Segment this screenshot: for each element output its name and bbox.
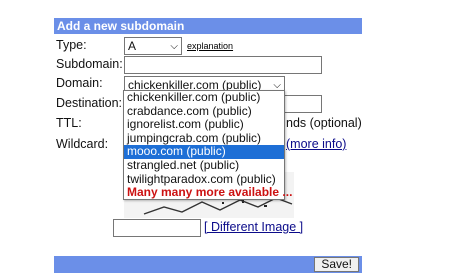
destination-label: Destination: <box>56 96 123 110</box>
type-value: A <box>128 39 137 53</box>
more-info-link[interactable]: (more info) <box>286 137 346 151</box>
type-label: Type: <box>56 38 87 52</box>
more-domains-option[interactable]: Many many more available ... <box>124 186 292 200</box>
chevron-down-icon: ⌵ <box>170 41 178 52</box>
ttl-hint: nds (optional) <box>286 116 362 130</box>
domain-option[interactable]: twilightparadox.com (public) <box>124 172 284 187</box>
domain-option[interactable]: strangled.net (public) <box>124 158 284 173</box>
domain-option[interactable]: jumpingcrab.com (public) <box>124 131 284 146</box>
explanation-link[interactable]: explanation <box>187 41 233 51</box>
save-button[interactable]: Save! <box>314 257 359 272</box>
domain-label: Domain: <box>56 76 103 90</box>
ttl-label: TTL: <box>56 116 82 130</box>
different-image-link[interactable]: [ Different Image ] <box>204 220 303 234</box>
captcha-input[interactable] <box>113 219 201 237</box>
type-select[interactable]: A ⌵ <box>124 37 182 55</box>
domain-option-highlighted[interactable]: mooo.com (public) <box>124 145 284 159</box>
subdomain-input[interactable] <box>124 56 322 74</box>
subdomain-label: Subdomain: <box>56 57 123 71</box>
wildcard-label: Wildcard: <box>56 137 109 151</box>
domain-option[interactable]: chickenkiller.com (public) <box>124 90 284 105</box>
form-title: Add a new subdomain <box>54 18 362 34</box>
form-footer: Save! <box>54 256 362 273</box>
domain-option[interactable]: ignorelist.com (public) <box>124 118 284 132</box>
domain-dropdown-list[interactable]: chickenkiller.com (public) crabdance.com… <box>123 90 292 200</box>
domain-option[interactable]: crabdance.com (public) <box>124 104 284 119</box>
